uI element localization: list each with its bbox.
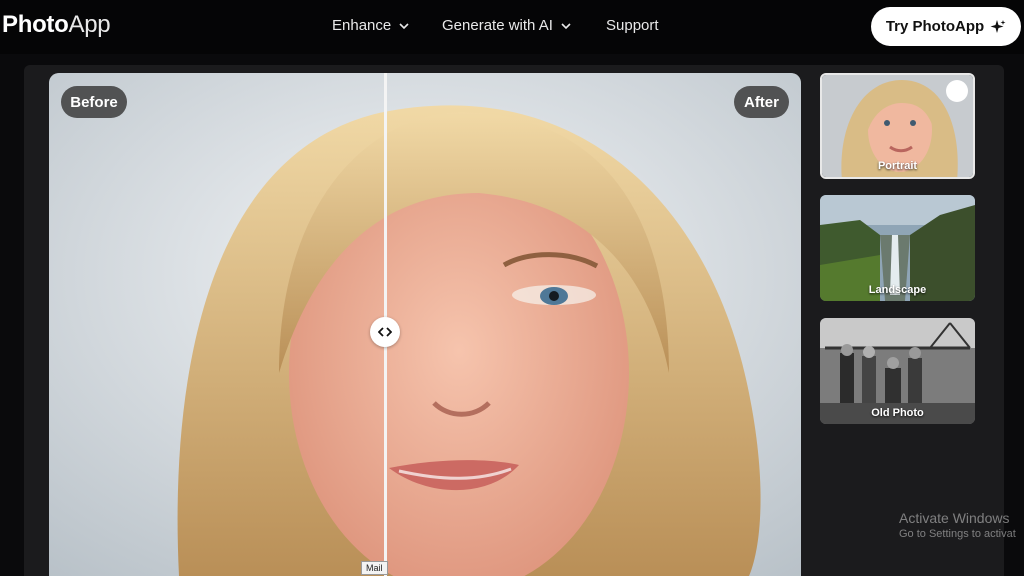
chevron-down-icon: [561, 22, 571, 29]
windows-activation-watermark: Activate Windows Go to Settings to activ…: [899, 510, 1016, 540]
nav-enhance[interactable]: Enhance: [332, 17, 411, 34]
nav-support[interactable]: Support: [606, 17, 659, 34]
sample-old-photo[interactable]: Old Photo: [820, 318, 975, 424]
before-after-viewer[interactable]: [49, 73, 801, 576]
comparison-slider-handle[interactable]: [370, 317, 400, 347]
after-image: [49, 73, 801, 576]
nav-enhance-label: Enhance: [332, 17, 392, 34]
photoapp-logo[interactable]: PhotoApp: [2, 11, 111, 39]
chevron-down-icon: [399, 22, 409, 29]
sample-portrait[interactable]: Portrait: [820, 73, 975, 179]
sample-portrait-label: Portrait: [877, 160, 918, 172]
nav-generate-label: Generate with AI: [442, 17, 553, 34]
logo-bold-text: Photo: [2, 11, 69, 38]
nav-support-label: Support: [606, 17, 659, 34]
sample-old-photo-label: Old Photo: [871, 407, 924, 419]
nav-generate-with-ai[interactable]: Generate with AI: [442, 17, 573, 34]
after-badge: After: [734, 86, 789, 118]
code-arrows-icon: [378, 327, 392, 337]
sparkle-icon: [990, 19, 1006, 33]
logo-thin-text: App: [68, 11, 111, 38]
cta-label: Try PhotoApp: [885, 18, 985, 35]
watermark-line1: Activate Windows: [899, 510, 1010, 526]
sample-landscape-label: Landscape: [868, 284, 927, 296]
before-badge: Before: [61, 86, 127, 118]
selected-check: [946, 80, 968, 102]
watermark-line2: Go to Settings to activat: [899, 528, 1016, 540]
try-photoapp-button[interactable]: Try PhotoApp: [871, 7, 1021, 46]
tooltip: Mail: [361, 561, 388, 575]
top-navigation-bar: PhotoApp Enhance Generate with AI Suppor…: [0, 0, 1024, 54]
sample-landscape[interactable]: Landscape: [820, 195, 975, 301]
